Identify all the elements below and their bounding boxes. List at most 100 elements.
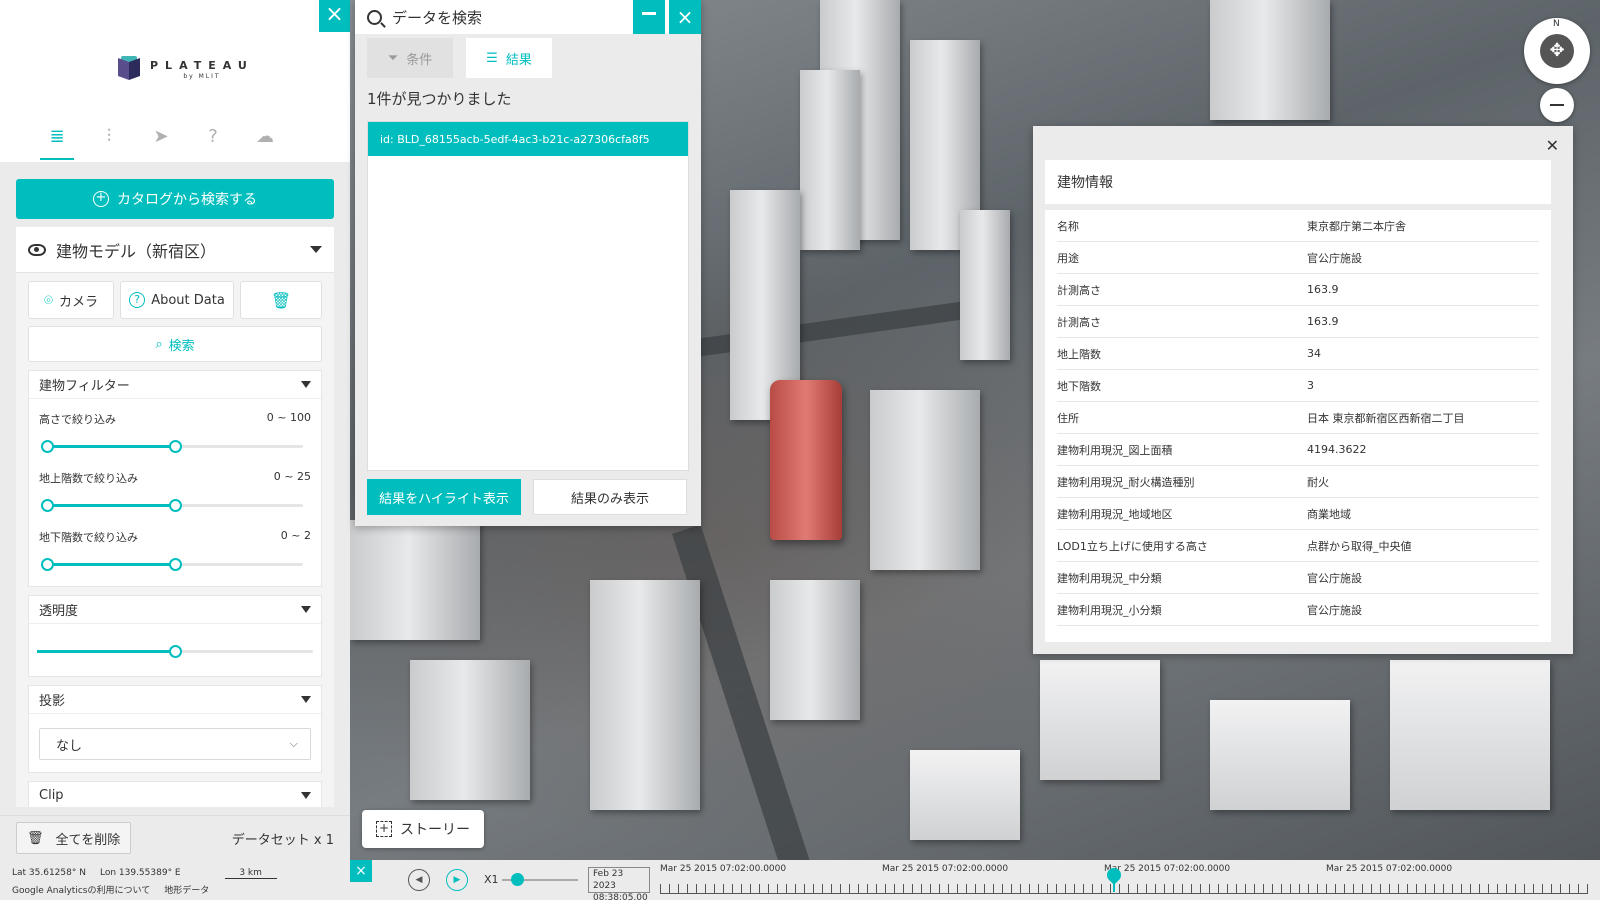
shadow-body: なし ⌵ <box>29 714 321 772</box>
tab-conditions[interactable]: ⏷ 条件 <box>367 38 453 78</box>
map-pin-icon: ⌾ <box>43 291 53 309</box>
collapse-caret-icon <box>301 381 311 388</box>
search-panel-title: データを検索 <box>392 8 483 27</box>
compass-north-label: N <box>1553 19 1560 29</box>
remove-layer-button[interactable]: 🗑 <box>240 281 322 319</box>
timeline-cursor[interactable] <box>1104 864 1124 892</box>
play-icon[interactable]: ▶ <box>446 869 468 891</box>
shadow-header[interactable]: 投影 <box>29 686 321 714</box>
brand-name: PLATEAU <box>150 58 254 72</box>
speed-slider[interactable] <box>502 873 578 886</box>
slider-handle[interactable] <box>511 873 525 886</box>
result-actions: 結果をハイライト表示 結果のみ表示 <box>367 479 689 515</box>
tab-results[interactable]: ☰ 結果 <box>466 38 552 78</box>
close-icon[interactable]: ✕ <box>1546 136 1559 155</box>
collapse-caret-icon <box>301 606 311 613</box>
shadow-select[interactable]: なし ⌵ <box>39 728 311 760</box>
transparency-slider[interactable] <box>37 645 313 658</box>
timeline-label: Mar 25 2015 07:02:00.0000 <box>1326 864 1453 874</box>
rewind-icon[interactable]: ◀ <box>408 869 430 891</box>
delete-all-button[interactable]: 🗑 全てを削除 <box>16 822 132 854</box>
minimize-button[interactable] <box>633 0 665 34</box>
info-value: 日本 東京都新宿区西新宿二丁目 <box>1307 411 1465 425</box>
current-date: Feb 23 2023 <box>593 869 624 891</box>
plateau-cube-icon <box>118 56 140 82</box>
clip-title: Clip <box>39 788 64 803</box>
slider-max-handle[interactable] <box>169 440 182 453</box>
transparency-section: 透明度 <box>28 595 322 677</box>
camera-button[interactable]: ⌾ カメラ <box>28 281 114 319</box>
info-value: 34 <box>1307 347 1321 360</box>
info-value: 官公庁施設 <box>1307 251 1362 265</box>
slider-min-handle[interactable] <box>41 558 54 571</box>
eye-icon[interactable] <box>28 243 46 256</box>
map-building <box>910 750 1020 840</box>
left-panel-header: × PLATEAU by MLIT ≣ ⫶ ➤ ? ☁ <box>0 0 350 162</box>
catalog-search-button[interactable]: + カタログから検索する <box>16 179 334 219</box>
close-timeline-button[interactable]: × <box>350 860 372 882</box>
pan-arrows-icon[interactable]: ✥ <box>1540 34 1574 68</box>
info-key: 建物利用現況_小分類 <box>1057 603 1162 617</box>
question-icon: ? <box>129 292 146 308</box>
layer-header[interactable]: 建物モデル（新宿区） <box>16 227 334 273</box>
show-only-results-button[interactable]: 結果のみ表示 <box>533 479 687 515</box>
database-icon: ≣ <box>49 126 65 147</box>
layer-search-button[interactable]: ⌕ 検索 <box>28 326 322 362</box>
slider-min-handle[interactable] <box>41 499 54 512</box>
building-filter-title: 建物フィルター <box>39 379 130 394</box>
slider-max-handle[interactable] <box>169 499 182 512</box>
layer-body: ⌾ カメラ ? About Data 🗑 ⌕ 検索 建物フィルター 高さで絞り込… <box>16 273 334 807</box>
info-value: 点群から取得_中央値 <box>1307 539 1412 553</box>
tab-data[interactable]: ≣ <box>40 126 74 160</box>
info-value: 163.9 <box>1307 315 1339 328</box>
map-building <box>1210 0 1330 120</box>
info-value: 官公庁施設 <box>1307 571 1362 585</box>
compass[interactable]: N ✥ <box>1524 18 1590 84</box>
analytics-link[interactable]: Google Analyticsの利用について <box>12 883 150 896</box>
building-filter-section: 建物フィルター 高さで絞り込み 0 ~ 100 地上階数で絞り込み 0 ~ 25 地下階… <box>28 370 322 587</box>
slider-handle[interactable] <box>169 645 182 658</box>
slider-min-handle[interactable] <box>41 440 54 453</box>
map-building <box>350 520 480 640</box>
range-slider[interactable] <box>41 558 303 571</box>
tab-share[interactable]: ➤ <box>148 126 174 160</box>
tab-help[interactable]: ? <box>200 126 226 160</box>
tab-map-settings[interactable]: ⫶ <box>96 126 122 160</box>
chevron-down-icon: ⌵ <box>289 737 298 750</box>
collapse-caret-icon[interactable] <box>310 246 322 253</box>
result-item[interactable]: id: BLD_68155acb-5edf-4ac3-b21c-a27306cf… <box>368 122 688 156</box>
close-panel-button[interactable]: × <box>319 0 350 32</box>
building-filter-header[interactable]: 建物フィルター <box>29 371 321 399</box>
filter-slider-row: 地下階数で絞り込み 0 ~ 2 <box>39 523 311 582</box>
timeline-ruler[interactable]: Mar 25 2015 07:02:00.0000 Mar 25 2015 07… <box>660 864 1588 896</box>
info-row: 計測高さ 163.9 <box>1057 306 1539 338</box>
layer-card: 建物モデル（新宿区） ⌾ カメラ ? About Data 🗑 ⌕ 検索 建物フ… <box>16 227 334 807</box>
range-slider[interactable] <box>41 499 303 512</box>
terrain-data-link[interactable]: 地形データ <box>164 883 209 896</box>
add-circle-icon: + <box>93 191 109 207</box>
story-button[interactable]: + ストーリー <box>362 810 484 848</box>
timeline-label: Mar 25 2015 07:02:00.0000 <box>882 864 1009 874</box>
building-info-table: 名称 東京都庁第二本庁舎 用途 官公庁施設 計測高さ 163.9 計測高さ 163.9 地上階数… <box>1045 210 1551 642</box>
search-results-body: 1件が見つかりました id: BLD_68155acb-5edf-4ac3-b2… <box>355 78 701 526</box>
scale-bar: 3 km <box>224 868 277 879</box>
catalog-search-label: カタログから検索する <box>117 192 257 208</box>
plateau-logo: PLATEAU by MLIT <box>118 56 254 82</box>
story-label: ストーリー <box>400 822 470 838</box>
slider-fill <box>47 445 175 448</box>
range-slider[interactable] <box>41 440 303 453</box>
list-icon: ☰ <box>486 50 498 66</box>
close-search-button[interactable]: × <box>669 0 701 34</box>
tab-feedback[interactable]: ☁ <box>252 126 278 160</box>
transparency-header[interactable]: 透明度 <box>29 596 321 624</box>
selected-building[interactable] <box>770 380 842 540</box>
result-list: id: BLD_68155acb-5edf-4ac3-b21c-a27306cf… <box>367 121 689 471</box>
clip-header[interactable]: Clip <box>29 782 321 807</box>
highlight-results-button[interactable]: 結果をハイライト表示 <box>367 479 521 515</box>
filter-slider-row: 地上階数で絞り込み 0 ~ 25 <box>39 464 311 523</box>
about-data-button[interactable]: ? About Data <box>120 281 234 319</box>
zoom-out-button[interactable] <box>1540 88 1574 122</box>
slider-max-handle[interactable] <box>169 558 182 571</box>
sliders-icon: ⫶ <box>106 126 112 147</box>
filter-icon: ⏷ <box>387 50 399 66</box>
